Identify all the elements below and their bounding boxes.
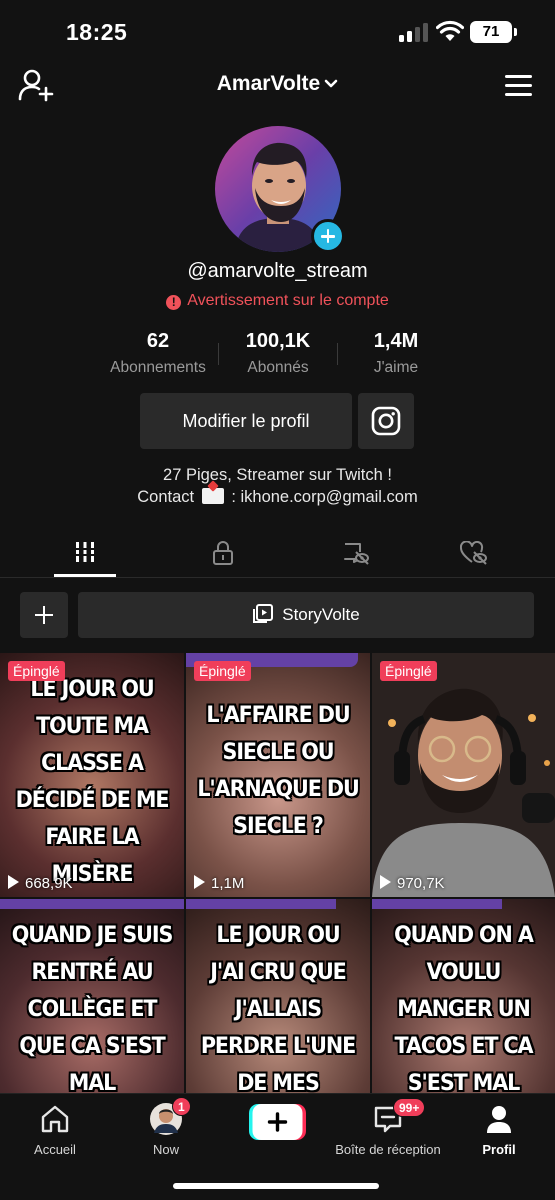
lock-icon — [213, 541, 233, 565]
instagram-icon — [371, 406, 401, 436]
video-caption: LE JOUR OU TOUTE MA CLASSE A DÉCIDÉ DE M… — [15, 676, 170, 887]
video-thumbnail[interactable]: Épinglé 970,7K — [372, 653, 555, 897]
stat-followers[interactable]: 100,1K Abonnés — [218, 330, 338, 377]
playlist-icon — [253, 604, 274, 623]
video-caption: LE JOUR OU J'AI CRU QUE J'ALLAIS PERDRE … — [200, 922, 356, 1096]
stat-label: J'aime — [373, 359, 419, 376]
add-story-plus-icon[interactable] — [311, 219, 345, 253]
stat-label: Abonnés — [247, 359, 309, 376]
twitch-banner — [186, 899, 336, 909]
stat-following[interactable]: 62 Abonnements — [98, 330, 218, 377]
pinned-badge: Épinglé — [8, 661, 65, 681]
nav-profile[interactable]: Profil — [444, 1102, 554, 1157]
view-count: 668,9K — [8, 875, 73, 892]
stat-value: 62 — [146, 330, 170, 352]
wifi-icon — [436, 20, 464, 41]
edit-profile-button[interactable]: Modifier le profil — [140, 393, 352, 449]
video-caption: L'AFFAIRE DU SIECLE OU L'ARNAQUE DU SIEC… — [197, 702, 359, 839]
nav-now[interactable]: 1 Now — [111, 1097, 221, 1157]
home-icon — [41, 1105, 69, 1133]
view-count: 970,7K — [380, 875, 445, 892]
menu-icon[interactable] — [505, 75, 532, 97]
battery-indicator: 71 — [470, 21, 512, 43]
videos-grid-icon — [74, 542, 96, 562]
account-warning-text: Avertissement sur le compte — [187, 292, 389, 309]
envelope-icon — [201, 488, 224, 504]
video-thumbnail[interactable]: LE JOUR OU TOUTE MA CLASSE A DÉCIDÉ DE M… — [0, 653, 184, 897]
inbox-badge: 99+ — [393, 1098, 426, 1117]
playlist-label: StoryVolte — [282, 605, 360, 624]
nav-label: Boîte de réception — [335, 1142, 441, 1157]
profile-handle: @amarvolte_stream — [187, 260, 368, 282]
account-warning-link[interactable]: ! Avertissement sur le compte — [0, 292, 555, 310]
tab-liked[interactable] — [402, 530, 540, 578]
bio-contact-prefix: Contact — [137, 488, 195, 506]
view-count: 1,1M — [194, 875, 244, 892]
battery-tip — [514, 28, 517, 36]
nav-home[interactable]: Accueil — [0, 1102, 110, 1157]
create-plus-button[interactable] — [249, 1104, 306, 1140]
twitch-banner — [372, 899, 502, 909]
view-count-value: 970,7K — [397, 875, 445, 892]
play-icon — [194, 875, 205, 889]
cellular-signal-icon — [399, 22, 429, 42]
username-title: AmarVolte — [216, 72, 321, 95]
stat-value: 100,1K — [245, 330, 311, 352]
stat-label: Abonnements — [110, 359, 206, 376]
video-caption: QUAND ON A VOULU MANGER UN TACOS ET CA S… — [394, 922, 534, 1096]
playlist-storyvolte-button[interactable]: StoryVolte — [78, 592, 534, 638]
play-icon — [380, 875, 391, 889]
bio-contact: Contact : ikhone.corp@gmail.com — [0, 488, 555, 507]
video-caption: QUAND JE SUIS RENTRÉ AU COLLÈGE ET QUE C… — [11, 922, 174, 1096]
repost-hidden-icon — [344, 543, 369, 565]
streamer-photo — [372, 653, 555, 897]
chevron-down-icon — [324, 80, 338, 88]
nav-label: Accueil — [34, 1142, 76, 1157]
bio-line: 27 Piges, Streamer sur Twitch ! — [163, 466, 392, 484]
view-count-value: 668,9K — [25, 875, 73, 892]
instagram-button[interactable] — [358, 393, 414, 449]
warning-icon: ! — [166, 295, 182, 310]
add-playlist-button[interactable] — [20, 592, 68, 638]
profile-icon — [487, 1106, 511, 1133]
tab-videos[interactable] — [16, 530, 154, 578]
play-icon — [8, 875, 19, 889]
stat-value: 1,4M — [373, 330, 419, 352]
now-badge: 1 — [172, 1097, 191, 1116]
home-indicator — [173, 1183, 379, 1189]
active-tab-indicator — [54, 574, 116, 577]
pinned-badge: Épinglé — [194, 661, 251, 681]
video-grid: LE JOUR OU TOUTE MA CLASSE A DÉCIDÉ DE M… — [0, 653, 555, 1143]
pinned-badge: Épinglé — [380, 661, 437, 681]
tab-private[interactable] — [154, 530, 292, 578]
status-bar: 18:25 71 — [0, 0, 555, 64]
nav-inbox[interactable]: 99+ Boîte de réception — [333, 1098, 443, 1157]
stat-likes[interactable]: 1,4M J'aime — [336, 330, 456, 377]
nav-label: Now — [152, 1142, 179, 1157]
view-count-value: 1,1M — [211, 875, 245, 892]
account-switcher[interactable]: AmarVolte — [0, 72, 555, 96]
liked-hidden-icon — [460, 541, 487, 565]
profile-tabs — [0, 530, 555, 578]
twitch-banner — [0, 899, 184, 909]
video-thumbnail[interactable]: L'AFFAIRE DU SIECLE OU L'ARNAQUE DU SIEC… — [186, 653, 370, 897]
bio-contact-email[interactable]: : ikhone.corp@gmail.com — [231, 488, 417, 506]
nav-label: Profil — [482, 1142, 516, 1157]
status-time: 18:25 — [66, 19, 128, 45]
